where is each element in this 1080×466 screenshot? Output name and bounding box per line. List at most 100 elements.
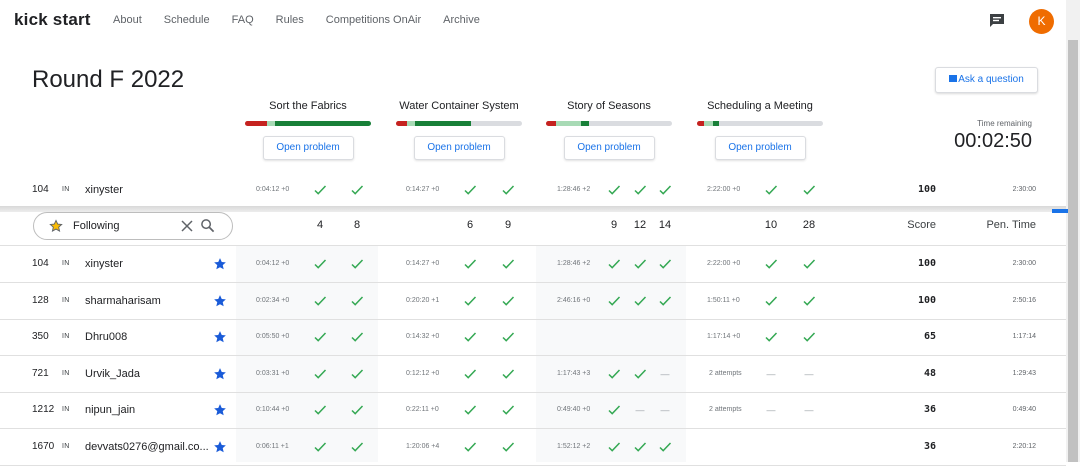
ask-question-button[interactable]: Ask a question [935,67,1038,93]
search-icon[interactable] [200,218,215,233]
country-code: IN [62,406,70,413]
chat-icon[interactable] [989,13,1005,28]
time-remaining-value: 00:02:50 [954,130,1032,152]
nav-links: About Schedule FAQ Rules Competitions On… [113,14,502,26]
nav-link-rules[interactable]: Rules [276,14,304,26]
check-icon [633,183,647,197]
problem-time: 0:10:44 +0 [256,406,290,413]
ask-question-label: Ask a question [958,74,1024,85]
problem-name: Water Container System [399,100,519,112]
penalty-time: 2:20:12 [1012,442,1036,450]
check-icon [463,257,477,271]
penalty-header[interactable]: Pen. Time [966,212,1036,238]
check-icon [501,294,515,308]
score: 36 [923,440,936,452]
nav-link-competitions-onair[interactable]: Competitions OnAir [326,14,421,26]
star-filled-icon[interactable] [213,367,227,381]
open-problem-button[interactable]: Open problem [714,136,806,160]
penalty-time: 2:30:00 [1012,260,1036,267]
country-code: IN [62,186,70,193]
nav-link-archive[interactable]: Archive [443,14,480,26]
problem-time: 1:17:14 +0 [707,333,741,340]
solve-count: 4 [316,219,324,231]
score: 48 [923,367,936,379]
filter-value[interactable]: Following [73,213,119,239]
nav-link-faq[interactable]: FAQ [232,14,254,26]
problem-time: 0:14:27 +0 [406,260,440,267]
check-icon [764,183,778,197]
check-icon [313,257,327,271]
nav-link-about[interactable]: About [113,14,142,26]
username[interactable]: devvats0276@gmail.co... [85,429,209,465]
check-icon [350,183,364,197]
problem-time: 0:04:12 +0 [256,186,290,193]
star-filled-icon[interactable] [213,330,227,344]
problem-time: 1:50:11 +0 [707,296,740,304]
open-problem-button[interactable]: Open problem [262,136,354,160]
problem-column-3: Story of Seasons Open problem [545,100,673,160]
dash-icon: — [766,405,776,415]
username[interactable]: Urvik_Jada [85,356,140,392]
open-problem-button[interactable]: Open problem [413,136,505,160]
problem-time: 2:22:00 +0 [707,260,741,267]
scrollbar-thumb[interactable] [1068,40,1078,462]
check-icon [658,257,672,271]
star-filled-icon[interactable] [213,294,227,308]
open-problem-button[interactable]: Open problem [563,136,655,160]
score: 65 [923,331,936,342]
problem-progress-bar [245,121,371,126]
solve-count: 14 [658,219,672,231]
close-icon[interactable] [180,219,194,233]
avatar[interactable]: K [1029,9,1054,34]
country-code: IN [62,260,70,267]
check-icon [607,294,621,308]
score: 100 [917,294,936,306]
dash-icon: — [804,405,814,415]
username[interactable]: Dhru008 [85,319,127,355]
check-icon [764,257,778,271]
problem-time: 0:22:11 +0 [406,406,439,413]
score-header[interactable]: Score [880,212,936,238]
following-filter[interactable]: Following [33,212,233,240]
time-remaining-label: Time remaining [977,119,1032,128]
dash-icon: — [660,368,670,379]
penalty-time: 1:17:14 [1012,333,1036,340]
problem-name: Story of Seasons [567,100,651,112]
check-icon [633,257,647,271]
solve-count: 9 [610,219,618,231]
check-icon [764,330,778,344]
attempts-count: 2 attempts [709,406,742,413]
problem-time: 0:20:20 +1 [406,296,440,304]
check-icon [607,403,621,417]
star-filled-icon[interactable] [213,440,227,454]
check-icon [607,440,621,454]
check-icon [463,330,477,344]
star-filled-icon[interactable] [213,257,227,271]
table-row: 350 IN Dhru008 0:05:50 +0 0:14:32 +0 1:17:14 … [0,319,1066,355]
brand-logo[interactable]: kick start [14,10,91,30]
check-icon [802,183,816,197]
star-outline-icon [49,219,63,233]
username[interactable]: sharmaharisam [85,283,161,319]
problem-time: 0:06:11 +1 [256,442,289,450]
dash-icon: — [804,368,814,379]
check-icon [802,294,816,308]
country-code: IN [62,296,70,304]
problem-column-1: Sort the Fabrics Open problem [244,100,372,160]
solve-count: 8 [353,219,361,231]
country-code: IN [62,369,70,377]
problem-time: 2:22:00 +0 [707,186,741,193]
username[interactable]: xinyster [85,246,123,282]
username[interactable]: xinyster [85,172,123,208]
question-icon [949,75,958,82]
star-filled-icon[interactable] [213,403,227,417]
dash-icon: — [766,368,776,379]
nav-link-schedule[interactable]: Schedule [164,14,210,26]
row-divider [0,464,1066,466]
check-icon [463,367,477,381]
solve-count: 28 [802,219,816,231]
username[interactable]: nipun_jain [85,392,135,428]
check-icon [501,183,515,197]
scroll-position-marker [1052,209,1068,213]
check-icon [350,330,364,344]
